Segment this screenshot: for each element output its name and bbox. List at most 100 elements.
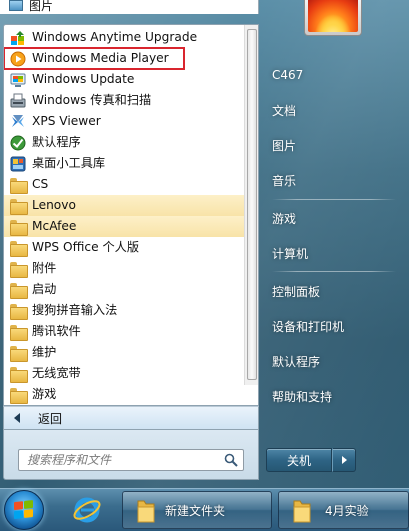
pictures-icon bbox=[9, 0, 23, 11]
taskbar-item-label: 4月实验 bbox=[325, 503, 369, 518]
folder-icon bbox=[10, 219, 28, 236]
shutdown-options-button[interactable] bbox=[332, 448, 356, 472]
program-label: 腾讯软件 bbox=[32, 324, 81, 338]
program-item-windows-media-player[interactable]: Windows Media Player bbox=[4, 47, 185, 70]
right-separator bbox=[272, 271, 396, 272]
right-item-label: 计算机 bbox=[272, 246, 309, 261]
program-list-scrollbar[interactable] bbox=[244, 25, 258, 385]
program-label: XPS Viewer bbox=[32, 114, 101, 128]
program-item-gadgets[interactable]: 桌面小工具库 bbox=[4, 153, 245, 174]
program-folder-accessories[interactable]: 附件 bbox=[4, 258, 245, 279]
right-item-label: 设备和打印机 bbox=[272, 319, 345, 334]
folder-icon bbox=[137, 500, 155, 523]
right-item-label: 控制面板 bbox=[272, 284, 321, 299]
user-picture-frame[interactable] bbox=[304, 0, 362, 36]
program-folder-startup[interactable]: 启动 bbox=[4, 279, 245, 300]
start-button[interactable] bbox=[4, 490, 44, 530]
right-item-games[interactable]: 游戏 bbox=[264, 205, 296, 231]
default-programs-icon bbox=[10, 135, 26, 151]
program-label: 默认程序 bbox=[32, 135, 81, 149]
right-item-devices-printers[interactable]: 设备和打印机 bbox=[264, 313, 344, 339]
xps-viewer-icon bbox=[10, 114, 26, 130]
folder-icon bbox=[10, 345, 28, 362]
internet-explorer-icon bbox=[73, 497, 101, 523]
right-item-label: 文档 bbox=[272, 103, 297, 118]
search-box[interactable] bbox=[18, 449, 244, 471]
program-folder-wps-office[interactable]: WPS Office 个人版 bbox=[4, 237, 245, 258]
right-item-label: C467 bbox=[272, 68, 304, 82]
folder-icon bbox=[10, 177, 28, 194]
folder-icon bbox=[10, 366, 28, 383]
program-item-windows-anytime-upgrade[interactable]: Windows Anytime Upgrade bbox=[4, 27, 245, 48]
program-label: Lenovo bbox=[32, 198, 76, 212]
taskbar-internet-explorer[interactable] bbox=[58, 491, 116, 529]
gadgets-icon bbox=[10, 156, 26, 172]
program-folder-tencent[interactable]: 腾讯软件 bbox=[4, 321, 245, 342]
program-label: 维护 bbox=[32, 345, 57, 359]
program-folder-games[interactable]: 游戏 bbox=[4, 384, 245, 405]
program-label: Windows Anytime Upgrade bbox=[32, 30, 198, 44]
program-item-xps-viewer[interactable]: XPS Viewer bbox=[4, 111, 245, 132]
right-item-computer[interactable]: 计算机 bbox=[264, 240, 308, 266]
avatar bbox=[308, 0, 358, 32]
search-input[interactable] bbox=[19, 450, 219, 470]
right-item-pictures[interactable]: 图片 bbox=[264, 132, 296, 158]
taskbar-folder-april-experiment[interactable]: 4月实验 bbox=[278, 491, 409, 529]
program-folder-maintenance[interactable]: 维护 bbox=[4, 342, 245, 363]
folder-icon bbox=[10, 282, 28, 299]
programs-panel: Windows Anytime Upgrade Windows Media Pl… bbox=[3, 24, 259, 406]
right-item-label: 图片 bbox=[272, 138, 297, 153]
right-item-help-support[interactable]: 帮助和支持 bbox=[264, 383, 332, 409]
previous-item-strip[interactable]: 图片 bbox=[0, 0, 259, 14]
windows-update-icon bbox=[10, 72, 26, 88]
folder-icon bbox=[293, 500, 311, 523]
program-label: WPS Office 个人版 bbox=[32, 240, 140, 254]
search-icon[interactable] bbox=[224, 453, 238, 467]
search-area bbox=[3, 430, 259, 480]
program-label: CS bbox=[32, 177, 49, 191]
program-label: 搜狗拼音输入法 bbox=[32, 303, 118, 317]
program-folder-wireless-broadband[interactable]: 无线宽带 bbox=[4, 363, 245, 384]
taskbar-folder-new[interactable]: 新建文件夹 bbox=[122, 491, 272, 529]
program-label: McAfee bbox=[32, 219, 77, 233]
program-folder-lenovo[interactable]: Lenovo bbox=[4, 195, 245, 216]
taskbar-item-label: 新建文件夹 bbox=[165, 503, 226, 518]
right-item-label: 默认程序 bbox=[272, 354, 321, 369]
back-arrow-icon bbox=[14, 413, 20, 423]
shutdown-button[interactable]: 关机 bbox=[266, 448, 332, 472]
right-item-label: 游戏 bbox=[272, 211, 297, 226]
program-item-default-programs[interactable]: 默认程序 bbox=[4, 132, 245, 153]
right-item-user[interactable]: C467 bbox=[264, 62, 303, 88]
folder-icon bbox=[10, 261, 28, 278]
folder-icon bbox=[10, 324, 28, 341]
folder-icon bbox=[10, 240, 28, 257]
fax-scan-icon bbox=[10, 93, 26, 109]
previous-item-label: 图片 bbox=[29, 0, 54, 13]
right-item-documents[interactable]: 文档 bbox=[264, 97, 296, 123]
program-list: Windows Anytime Upgrade Windows Media Pl… bbox=[4, 27, 245, 405]
program-label: 启动 bbox=[32, 282, 57, 296]
taskbar: 新建文件夹 4月实验 bbox=[0, 488, 409, 531]
program-label: 桌面小工具库 bbox=[32, 156, 106, 170]
right-item-music[interactable]: 音乐 bbox=[264, 167, 296, 193]
program-label: Windows Update bbox=[32, 72, 135, 86]
program-item-windows-fax-scan[interactable]: Windows 传真和扫描 bbox=[4, 90, 245, 111]
program-folder-mcafee[interactable]: McAfee bbox=[4, 216, 245, 237]
scrollbar-thumb[interactable] bbox=[247, 29, 257, 380]
back-label: 返回 bbox=[38, 411, 63, 426]
program-label: 游戏 bbox=[32, 387, 57, 401]
back-button[interactable]: 返回 bbox=[3, 406, 259, 430]
right-item-default-programs[interactable]: 默认程序 bbox=[264, 348, 320, 374]
windows-logo-icon bbox=[14, 500, 34, 520]
program-item-windows-update[interactable]: Windows Update bbox=[4, 69, 245, 90]
program-folder-cs[interactable]: CS bbox=[4, 174, 245, 195]
right-item-label: 帮助和支持 bbox=[272, 389, 333, 404]
chevron-right-icon bbox=[341, 456, 347, 464]
folder-icon bbox=[10, 198, 28, 215]
program-folder-sogou-pinyin[interactable]: 搜狗拼音输入法 bbox=[4, 300, 245, 321]
media-player-icon bbox=[10, 51, 26, 67]
right-item-control-panel[interactable]: 控制面板 bbox=[264, 278, 320, 304]
program-label: 无线宽带 bbox=[32, 366, 81, 380]
program-label: 附件 bbox=[32, 261, 57, 275]
shutdown-label: 关机 bbox=[286, 453, 311, 468]
